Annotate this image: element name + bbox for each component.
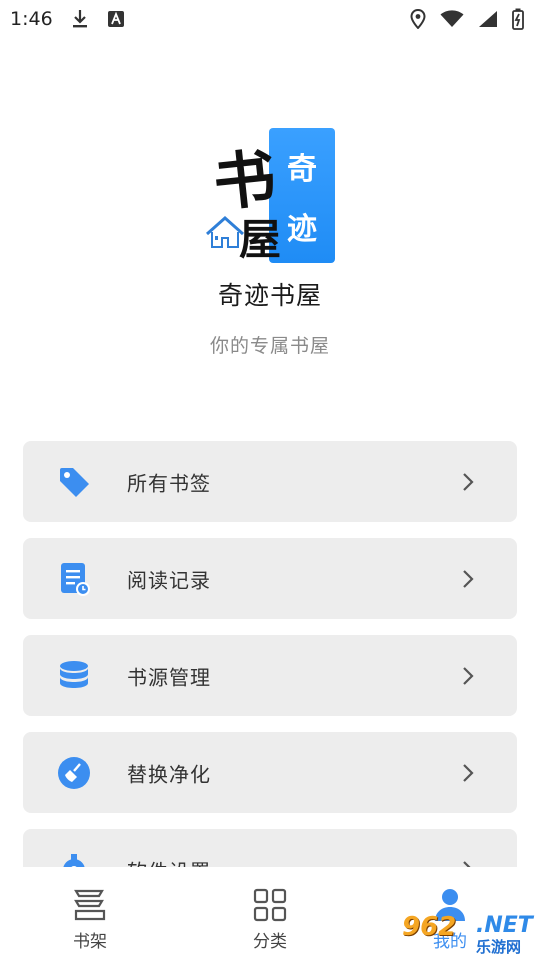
site-watermark: 962 .NET 乐游网 — [402, 912, 540, 958]
menu-item-replace-clean[interactable]: 替换净化 — [23, 732, 517, 813]
app-name: 奇迹书屋 — [217, 281, 322, 310]
house-icon — [205, 214, 245, 252]
nav-category[interactable]: 分类 — [180, 867, 360, 960]
menu-item-bookmarks[interactable]: 所有书签 — [23, 441, 517, 522]
chevron-right-icon — [463, 763, 474, 782]
status-time: 1:46 — [10, 8, 53, 30]
chevron-right-icon — [463, 666, 474, 685]
status-bar: 1:46 — [0, 0, 540, 38]
watermark-site-name: 乐游网 — [476, 938, 522, 956]
menu-label-reading-history: 阅读记录 — [127, 568, 211, 592]
nav-label-category: 分类 — [253, 932, 287, 952]
menu-item-reading-history[interactable]: 阅读记录 — [23, 538, 517, 619]
battery-icon — [512, 8, 524, 30]
menu-label-book-sources: 书源管理 — [127, 665, 211, 689]
nav-bookshelf[interactable]: 书架 — [0, 867, 180, 960]
bookshelf-icon — [72, 887, 108, 923]
watermark-number: 962 — [402, 912, 457, 942]
location-icon — [410, 9, 426, 29]
download-icon — [71, 9, 89, 29]
menu-item-book-sources[interactable]: 书源管理 — [23, 635, 517, 716]
menu-label-replace-clean: 替换净化 — [127, 762, 211, 786]
signal-icon — [478, 10, 498, 28]
menu-label-bookmarks: 所有书签 — [127, 471, 211, 495]
app-slogan: 你的专属书屋 — [209, 335, 330, 357]
watermark-domain: .NET — [476, 913, 533, 938]
chevron-right-icon — [463, 472, 474, 491]
grid-icon — [253, 887, 287, 923]
database-icon — [57, 659, 91, 693]
text-badge-icon — [107, 10, 125, 28]
logo-small-char: 屋 — [239, 215, 282, 264]
wifi-icon — [440, 10, 464, 28]
chevron-right-icon — [463, 569, 474, 588]
app-logo: 奇 迹 书 屋 — [205, 128, 335, 264]
nav-label-bookshelf: 书架 — [73, 932, 107, 952]
reading-history-icon — [57, 562, 91, 596]
logo-side-char-1: 奇 — [287, 152, 317, 187]
broom-icon — [57, 756, 91, 790]
tag-icon — [57, 465, 91, 499]
